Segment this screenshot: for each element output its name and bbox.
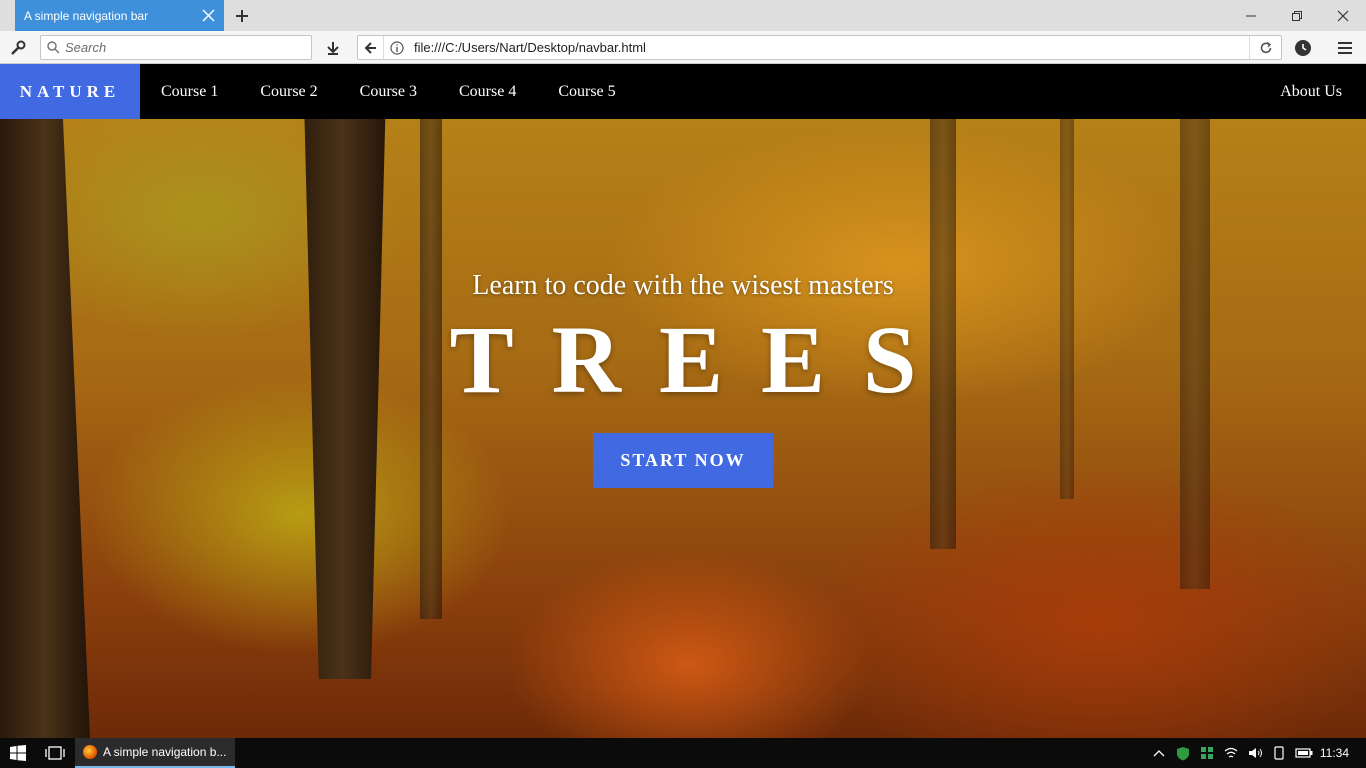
search-field[interactable]: Search <box>40 35 312 60</box>
minimize-icon[interactable] <box>1228 0 1274 31</box>
tab-strip: A simple navigation bar <box>0 0 1366 31</box>
restore-icon[interactable] <box>1274 0 1320 31</box>
url-text: file:///C:/Users/Nart/Desktop/navbar.htm… <box>414 40 646 55</box>
reload-icon[interactable] <box>1249 36 1281 59</box>
taskbar-firefox-app[interactable]: A simple navigation b... <box>75 738 235 768</box>
dropbox-icon[interactable] <box>1198 738 1216 768</box>
firefox-icon <box>83 745 97 759</box>
windows-start-icon[interactable] <box>0 738 36 768</box>
new-tab-icon[interactable] <box>232 6 252 26</box>
search-icon <box>47 41 60 54</box>
close-window-icon[interactable] <box>1320 0 1366 31</box>
menu-icon[interactable] <box>1335 38 1355 58</box>
battery-icon[interactable] <box>1294 738 1314 768</box>
back-arrow-icon[interactable] <box>358 36 384 59</box>
wrench-icon[interactable] <box>8 38 28 58</box>
address-bar[interactable]: file:///C:/Users/Nart/Desktop/navbar.htm… <box>357 35 1282 60</box>
hero-section: Learn to code with the wisest masters TR… <box>0 264 1366 410</box>
wifi-icon[interactable] <box>1222 738 1240 768</box>
volume-icon[interactable] <box>1246 738 1264 768</box>
download-icon[interactable] <box>323 38 343 58</box>
sync-icon[interactable] <box>1293 38 1313 58</box>
info-icon[interactable] <box>384 36 410 59</box>
shield-icon[interactable] <box>1174 738 1192 768</box>
hero-title: TREES <box>449 306 955 413</box>
taskbar-app-label: A simple navigation b... <box>103 745 227 759</box>
clock[interactable]: 11:34 <box>1320 738 1349 768</box>
start-now-button[interactable]: START NOW <box>593 433 773 488</box>
brand-logo[interactable]: NATURE <box>0 64 140 119</box>
page-viewport: NATURE Course 1 Course 2 Course 3 Course… <box>0 64 1366 738</box>
hero-subtitle: Learn to code with the wisest masters <box>472 270 894 301</box>
nav-course-5[interactable]: Course 5 <box>537 64 636 119</box>
taskbar: A simple navigation b... 11:34 <box>0 738 1366 768</box>
tab-title: A simple navigation bar <box>24 8 149 23</box>
browser-tab[interactable]: A simple navigation bar <box>15 0 224 31</box>
nav-course-2[interactable]: Course 2 <box>239 64 338 119</box>
search-placeholder: Search <box>65 40 107 55</box>
nav-course-4[interactable]: Course 4 <box>438 64 537 119</box>
task-view-icon[interactable] <box>38 738 72 768</box>
chevron-up-icon[interactable] <box>1150 738 1168 768</box>
device-icon[interactable] <box>1270 738 1288 768</box>
nav-course-1[interactable]: Course 1 <box>140 64 239 119</box>
close-tab-icon[interactable] <box>202 9 215 22</box>
browser-toolbar: Search file:///C:/Users/Nart/Desktop/nav… <box>0 31 1366 64</box>
site-navbar: NATURE Course 1 Course 2 Course 3 Course… <box>0 64 1366 119</box>
nav-about-us[interactable]: About Us <box>1259 64 1363 119</box>
nav-course-3[interactable]: Course 3 <box>339 64 438 119</box>
